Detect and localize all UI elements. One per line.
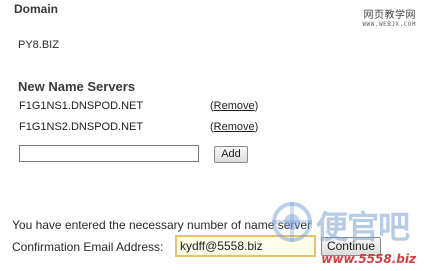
- name-servers-heading: New Name Servers: [18, 79, 136, 94]
- new-name-server-input[interactable]: [19, 145, 199, 162]
- name-server-name: F1G1NS1.DNSPOD.NET: [19, 100, 144, 112]
- continue-button[interactable]: Continue: [321, 237, 381, 256]
- name-server-row: F1G1NS1.DNSPOD.NET (Remove): [19, 100, 279, 115]
- watermark-bottom: 便官吧 www.5558.biz: [270, 196, 420, 268]
- domain-value: PY8.BIZ: [18, 39, 59, 51]
- confirmation-email-label: Confirmation Email Address:: [12, 240, 164, 254]
- remove-name-server-link[interactable]: Remove: [214, 121, 255, 133]
- name-server-row: F1G1NS2.DNSPOD.NET (Remove): [19, 121, 279, 136]
- confirmation-email-input[interactable]: [175, 235, 316, 257]
- remove-link-wrapper: (Remove): [210, 121, 259, 133]
- watermark-chinese-text: 网页教学网: [363, 10, 416, 21]
- watermark-top: 网页教学网 WWW.WEBJX.COM: [363, 6, 416, 28]
- watermark-url-text: WWW.WEBJX.COM: [362, 21, 416, 28]
- add-name-server-button[interactable]: Add: [214, 146, 248, 163]
- name-server-notice: You have entered the necessary number of…: [12, 218, 312, 232]
- name-server-name: F1G1NS2.DNSPOD.NET: [19, 121, 144, 133]
- domain-heading: Domain: [14, 2, 59, 16]
- remove-link-wrapper: (Remove): [210, 100, 259, 112]
- remove-name-server-link[interactable]: Remove: [214, 100, 255, 112]
